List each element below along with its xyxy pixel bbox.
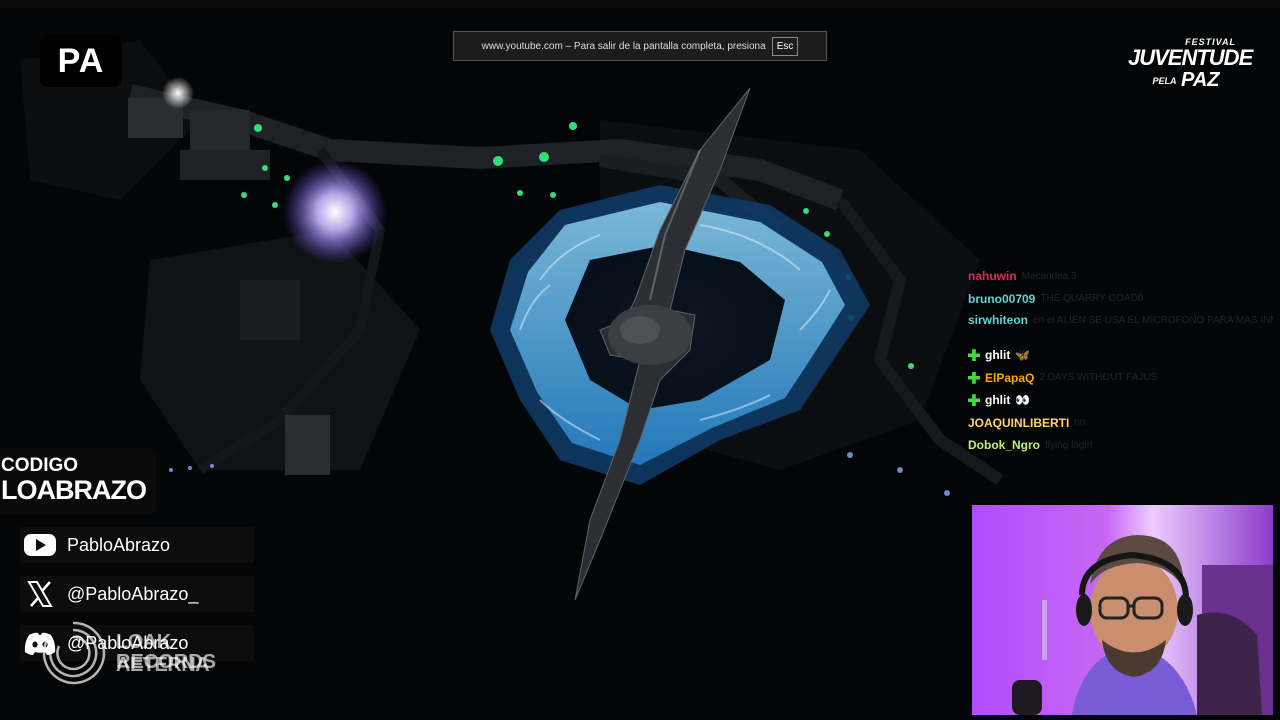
sub-badge-icon: [968, 371, 980, 384]
x-handle: @PabloAbrazo_: [67, 583, 199, 604]
chat-username: JOAQUINLIBERTI: [968, 415, 1070, 430]
chat-username: ghlit: [985, 393, 1011, 408]
promo-code-label: CODIGO: [1, 455, 79, 476]
chat-message: nahuwin Mecandea 3: [968, 265, 1273, 288]
chat-message-text: Mecandea 3: [1021, 270, 1077, 282]
webcam-feed: [972, 505, 1273, 715]
chat-message-text: en el ALIEN SE USA EL MICROFONO PARA MAS…: [1033, 314, 1273, 326]
social-youtube: PabloAbrazo: [20, 527, 254, 563]
chat-username: ElPapaQ: [985, 370, 1035, 385]
festival-logo-small: PELA: [1152, 75, 1177, 86]
promo-code-box: CODIGO LOABRAZO: [0, 448, 156, 514]
chat-username: Dobok_Ngro: [968, 438, 1040, 453]
sub-badge-icon: [968, 394, 980, 407]
fullscreen-exit-banner: www.youtube.com – Para salir de la panta…: [453, 31, 827, 61]
chat-message-text: THE QUARRY GOAD0: [1040, 293, 1144, 305]
chat-username: bruno00709: [968, 291, 1036, 306]
chat-username: ghlit: [985, 348, 1011, 363]
butterfly-emote-icon: 🦋: [1015, 348, 1031, 363]
fullscreen-banner-text: www.youtube.com – Para salir de la panta…: [481, 40, 766, 52]
youtube-handle: PabloAbrazo: [67, 534, 171, 555]
promo-code-value: LOABRAZO: [1, 475, 147, 505]
eyes-emote-icon: 👀: [1015, 393, 1031, 408]
chat-message-text: flying lagirl: [1045, 439, 1093, 451]
esc-key-hint[interactable]: Esc: [771, 36, 799, 56]
festival-logo-main: JUVENTUDE: [1128, 45, 1253, 70]
festival-logo-bottom: PAZ: [1180, 69, 1220, 91]
chat-message: ElPapaQ 2 DAYS WITHOUT FAJUS: [968, 367, 1273, 390]
chat-username: sirwhiteon: [968, 313, 1029, 327]
chat-message: sirwhiteon en el ALIEN SE USA EL MICROFO…: [968, 310, 1273, 330]
chat-message: ghlit 🦋: [968, 344, 1273, 367]
youtube-icon: [24, 534, 56, 556]
chat-message-text: nn: [1074, 417, 1086, 429]
festival-logo: FESTIVAL JUVENTUDE PELA PAZ: [1128, 37, 1253, 95]
chat-username: nahuwin: [968, 269, 1017, 284]
records-watermark: LOAK AETERNA RECORDS: [38, 618, 268, 688]
chat-message: JOAQUINLIBERTI nn: [968, 412, 1273, 435]
chat-message: ghlit 👀: [968, 389, 1273, 412]
sub-badge-icon: [968, 349, 980, 362]
chat-message-text: 2 DAYS WITHOUT FAJUS: [1039, 372, 1158, 384]
streamer-camera-image: [972, 505, 1273, 715]
chat-message: Dobok_Ngro flying lagirl: [968, 434, 1273, 457]
records-watermark-line2: RECORDS: [116, 651, 217, 673]
chat-message: bruno00709 THE QUARRY GOAD0: [968, 288, 1273, 311]
social-x: @PabloAbrazo_: [20, 576, 254, 612]
records-logo-icon: [42, 621, 106, 685]
channel-logo: PA: [40, 35, 122, 87]
chat-overlay: nahuwin Mecandea 3 bruno00709 THE QUARRY…: [968, 265, 1273, 457]
x-icon: [27, 581, 53, 607]
